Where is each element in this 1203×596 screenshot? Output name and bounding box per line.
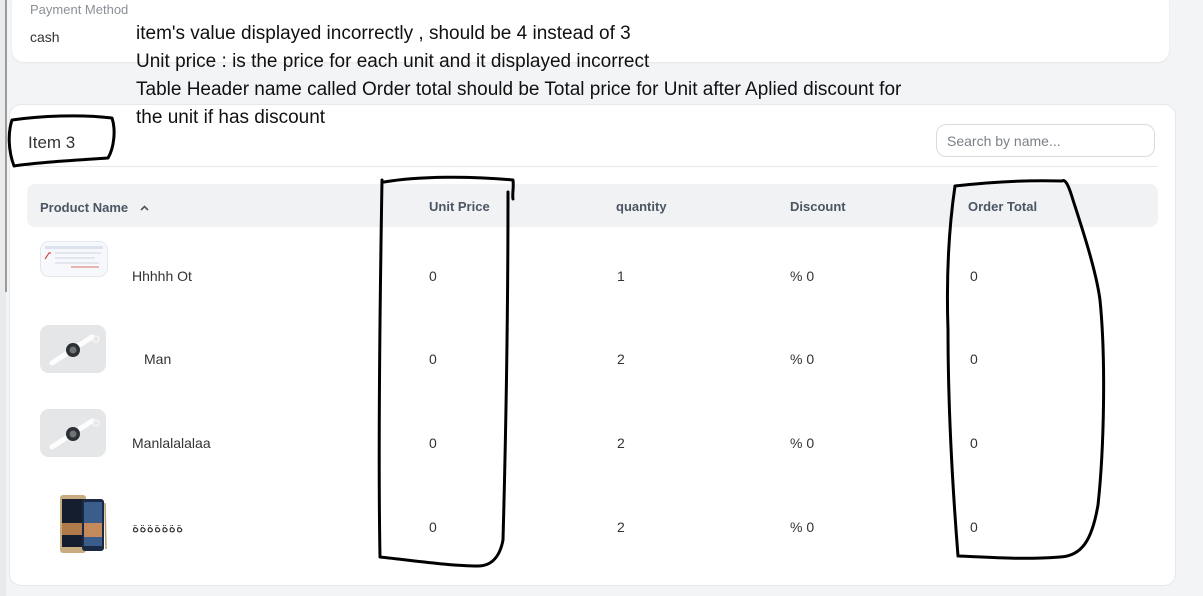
product-thumbnail (40, 409, 106, 457)
annotation-line: the unit if has discount (136, 107, 326, 128)
table-header: Product Name Unit Price quantity Discoun… (27, 184, 1158, 227)
unit-price-value: 0 (429, 268, 437, 284)
items-count-title: Item 3 (28, 133, 76, 152)
discount-value: % 0 (790, 519, 815, 535)
discount-value: % 0 (790, 351, 815, 367)
table-row: Manlalalalaa 0 2 % 0 0 (27, 409, 1158, 473)
annotation-line: Unit price : is the price for each unit … (136, 51, 650, 72)
unit-price-value: 0 (429, 435, 437, 451)
product-name: Hhhhh Ot (132, 268, 192, 284)
quantity-value: 2 (617, 351, 625, 367)
table-row: Man 0 2 % 0 0 (27, 325, 1158, 389)
payment-method-value: cash (30, 29, 60, 45)
product-name: Man (144, 351, 172, 367)
order-total-value: 0 (970, 268, 978, 284)
product-thumbnail (56, 493, 108, 555)
discount-value: % 0 (790, 268, 815, 284)
search-input[interactable] (936, 124, 1155, 157)
unit-price-value: 0 (429, 351, 437, 367)
quantity-value: 1 (617, 268, 625, 284)
product-name: Manlalalalaa (132, 435, 211, 451)
column-header-quantity[interactable]: quantity (616, 199, 667, 214)
scroll-rail[interactable] (0, 0, 7, 596)
column-header-order-total[interactable]: Order Total (968, 199, 1037, 214)
annotation-line: item's value displayed incorrectly , sho… (136, 23, 631, 44)
quantity-value: 2 (617, 519, 625, 535)
column-header-discount[interactable]: Discount (790, 199, 846, 214)
table-row: ةةةةةةة 0 2 % 0 0 (27, 493, 1158, 557)
divider (27, 166, 1158, 167)
items-card: Item 3 Product Name Unit Price quantity … (9, 104, 1176, 586)
column-header-product-name[interactable]: Product Name (40, 199, 149, 215)
unit-price-value: 0 (429, 519, 437, 535)
product-thumbnail (40, 241, 108, 277)
order-total-value: 0 (970, 519, 978, 535)
chevron-up-icon[interactable] (140, 199, 149, 214)
order-total-value: 0 (970, 351, 978, 367)
payment-method-label: Payment Method (30, 2, 129, 17)
discount-value: % 0 (790, 435, 815, 451)
annotation-line: Table Header name called Order total sho… (136, 79, 902, 100)
review-annotation-text: item's value displayed incorrectly , sho… (136, 20, 901, 132)
quantity-value: 2 (617, 435, 625, 451)
order-total-value: 0 (970, 435, 978, 451)
table-row: Hhhhh Ot 0 1 % 0 0 (27, 241, 1158, 305)
column-header-unit-price[interactable]: Unit Price (429, 199, 490, 214)
product-thumbnail (40, 325, 106, 373)
product-name: ةةةةةةة (132, 519, 184, 535)
